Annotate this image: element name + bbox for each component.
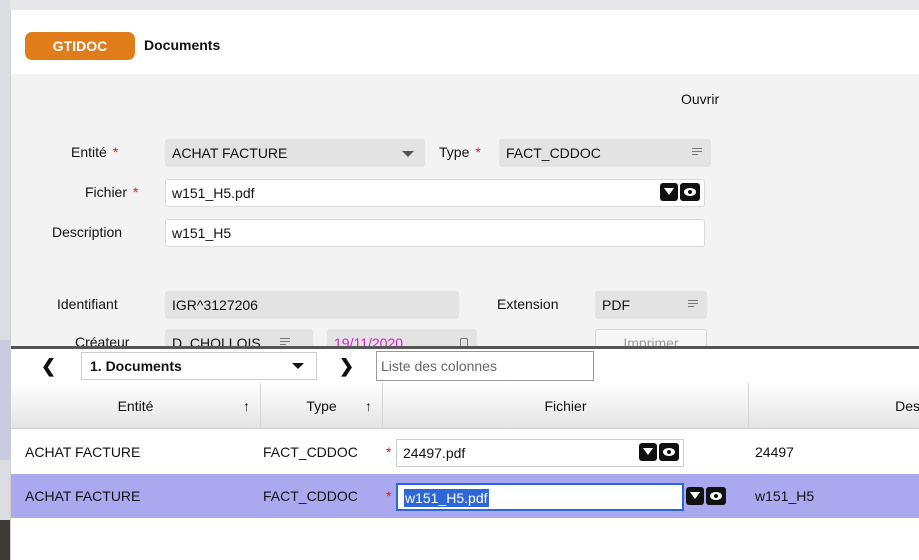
chevron-left-icon[interactable]: ❮ [41, 357, 56, 375]
column-header-description[interactable]: Des [749, 383, 919, 429]
view-select[interactable]: 1. Documents [81, 352, 317, 380]
required-mark: * [133, 184, 139, 200]
download-icon[interactable] [686, 487, 704, 505]
list-icon [688, 300, 698, 310]
identifier-field: IGR^3127206 [165, 291, 459, 319]
cell-file-value: 24497.pdf [403, 445, 466, 461]
table-row-selected[interactable]: ACHAT FACTURE FACT_CDDOC * w151_H5.pdf w… [11, 474, 919, 518]
type-label: Type * [439, 144, 481, 160]
column-header-type[interactable]: Type ↑ [261, 383, 383, 429]
open-button[interactable]: Ouvrir [681, 91, 719, 107]
identifier-value: IGR^3127206 [172, 297, 258, 313]
column-list-input[interactable]: Liste des colonnes [376, 351, 594, 381]
cell-description: 24497 [755, 444, 794, 460]
cell-type: FACT_CDDOC [263, 444, 358, 460]
sort-up-icon[interactable]: ↑ [243, 383, 250, 429]
view-eye-icon[interactable] [706, 487, 726, 505]
extension-field[interactable]: PDF [595, 291, 707, 319]
cell-description: w151_H5 [755, 488, 815, 504]
document-form: Entité * ACHAT FACTURE Type * FACT_CDDOC F… [11, 126, 919, 357]
entity-select[interactable]: ACHAT FACTURE [165, 139, 425, 167]
extension-label: Extension [497, 296, 559, 312]
page-title: Documents [144, 37, 221, 53]
background-strip [0, 340, 10, 460]
required-mark: * [386, 488, 392, 504]
description-input[interactable]: w151_H5 [165, 219, 705, 247]
toolbar: Ouvrir [11, 74, 919, 126]
brand-badge[interactable]: GTIDOC [25, 32, 135, 60]
required-mark: * [386, 444, 392, 460]
background-edge [0, 0, 10, 560]
file-value: w151_H5.pdf [172, 185, 255, 201]
dropdown-caret-icon [402, 151, 414, 157]
view-select-value: 1. Documents [90, 358, 182, 374]
required-mark: * [475, 144, 481, 160]
type-field[interactable]: FACT_CDDOC [499, 139, 711, 167]
description-label: Description [52, 224, 123, 240]
background-corner [0, 520, 10, 560]
table-header: Entité ↑ Type ↑ Fichier Des [11, 383, 919, 429]
download-icon[interactable] [639, 443, 657, 461]
header: GTIDOC Documents [11, 10, 919, 74]
documents-window: GTIDOC Documents Ouvrir Entité * ACHAT FA… [10, 10, 919, 560]
cell-type: FACT_CDDOC [263, 488, 358, 504]
file-label: Fichier * [85, 184, 139, 200]
cell-entity: ACHAT FACTURE [25, 488, 141, 504]
cell-file-value: w151_H5.pdf [404, 489, 489, 507]
dropdown-caret-icon [292, 363, 304, 369]
view-eye-icon[interactable] [680, 183, 700, 201]
cell-entity: ACHAT FACTURE [25, 444, 141, 460]
entity-label: Entité * [71, 144, 119, 160]
file-field[interactable]: w151_H5.pdf [165, 179, 705, 207]
list-icon [692, 148, 702, 158]
cell-file-input[interactable]: 24497.pdf [396, 439, 684, 467]
sort-up-icon[interactable]: ↑ [365, 383, 372, 429]
cell-file-input-active[interactable]: w151_H5.pdf [396, 483, 726, 511]
identifier-label: Identifiant [57, 296, 118, 312]
description-value: w151_H5 [172, 225, 232, 241]
required-mark: * [112, 144, 119, 160]
column-header-file[interactable]: Fichier [383, 383, 749, 429]
entity-value: ACHAT FACTURE [172, 145, 288, 161]
chevron-right-icon[interactable]: ❯ [339, 357, 354, 375]
extension-value: PDF [602, 297, 630, 313]
download-icon[interactable] [660, 183, 678, 201]
view-eye-icon[interactable] [659, 443, 679, 461]
grid-toolbar: ❮ 1. Documents ❯ Liste des colonnes [11, 349, 919, 383]
type-value: FACT_CDDOC [506, 145, 601, 161]
table-row[interactable]: ACHAT FACTURE FACT_CDDOC * 24497.pdf 244… [11, 430, 919, 474]
window-top-edge [10, 0, 919, 10]
column-header-entity[interactable]: Entité ↑ [11, 383, 261, 429]
